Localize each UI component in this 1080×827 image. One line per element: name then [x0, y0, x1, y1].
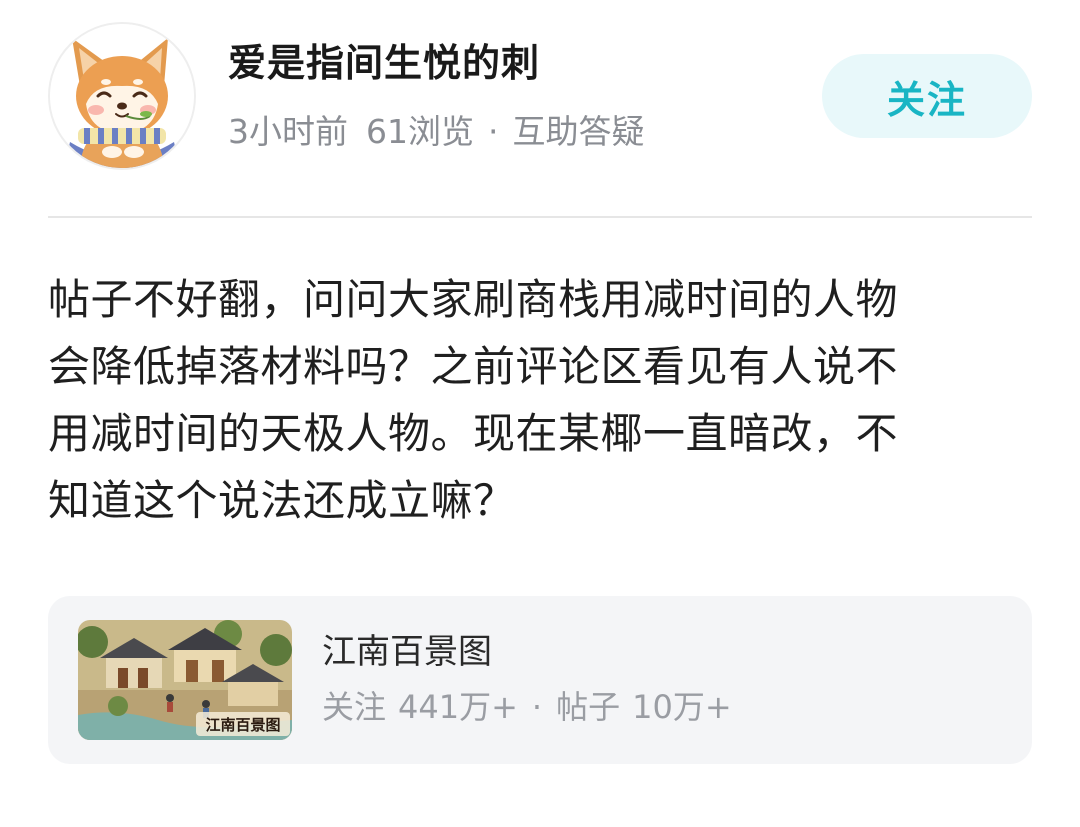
follow-button[interactable]: 关注	[822, 54, 1032, 138]
post-text-line: 帖子不好翻，问问大家刷商栈用减时间的人物	[48, 275, 899, 324]
followers-count: 441万+	[398, 688, 518, 726]
game-logo-text: 江南百景图	[205, 716, 280, 734]
author-name[interactable]: 爱是指间生悦的刺	[228, 40, 540, 86]
post-content: 帖子不好翻，问问大家刷商栈用减时间的人物 会降低掉落材料吗？之前评论区看见有人说…	[48, 266, 1032, 534]
shiba-dog-icon	[50, 24, 194, 168]
meta-separator: ·	[488, 112, 499, 151]
post-category[interactable]: 互助答疑	[513, 110, 645, 154]
stats-separator: ·	[531, 688, 543, 726]
post-header: 爱是指间生悦的刺 3小时前 61浏览 · 互助答疑 关注	[48, 22, 1032, 172]
game-artwork-icon: 江南百景图	[78, 620, 292, 740]
game-stats: 关注 441万+ · 帖子 10万+	[322, 686, 732, 728]
post-text-line: 知道这个说法还成立嘛？	[48, 476, 516, 525]
game-community-card[interactable]: 江南百景图 江南百景图 关注 441万+ · 帖子 10万+	[48, 596, 1032, 764]
header-divider	[48, 216, 1032, 218]
author-avatar[interactable]	[48, 22, 196, 170]
posts-count: 10万+	[632, 688, 732, 726]
game-title: 江南百景图	[322, 632, 492, 672]
post-text-line: 用减时间的天极人物。现在某椰一直暗改，不	[48, 409, 899, 458]
followers-label: 关注	[322, 688, 387, 726]
game-thumbnail: 江南百景图	[78, 620, 292, 740]
post-text-line: 会降低掉落材料吗？之前评论区看见有人说不	[48, 342, 899, 391]
posts-label: 帖子	[556, 688, 621, 726]
post-time: 3小时前	[228, 112, 348, 151]
post-meta: 3小时前 61浏览 · 互助答疑	[228, 110, 645, 154]
view-count: 61浏览	[366, 112, 474, 151]
